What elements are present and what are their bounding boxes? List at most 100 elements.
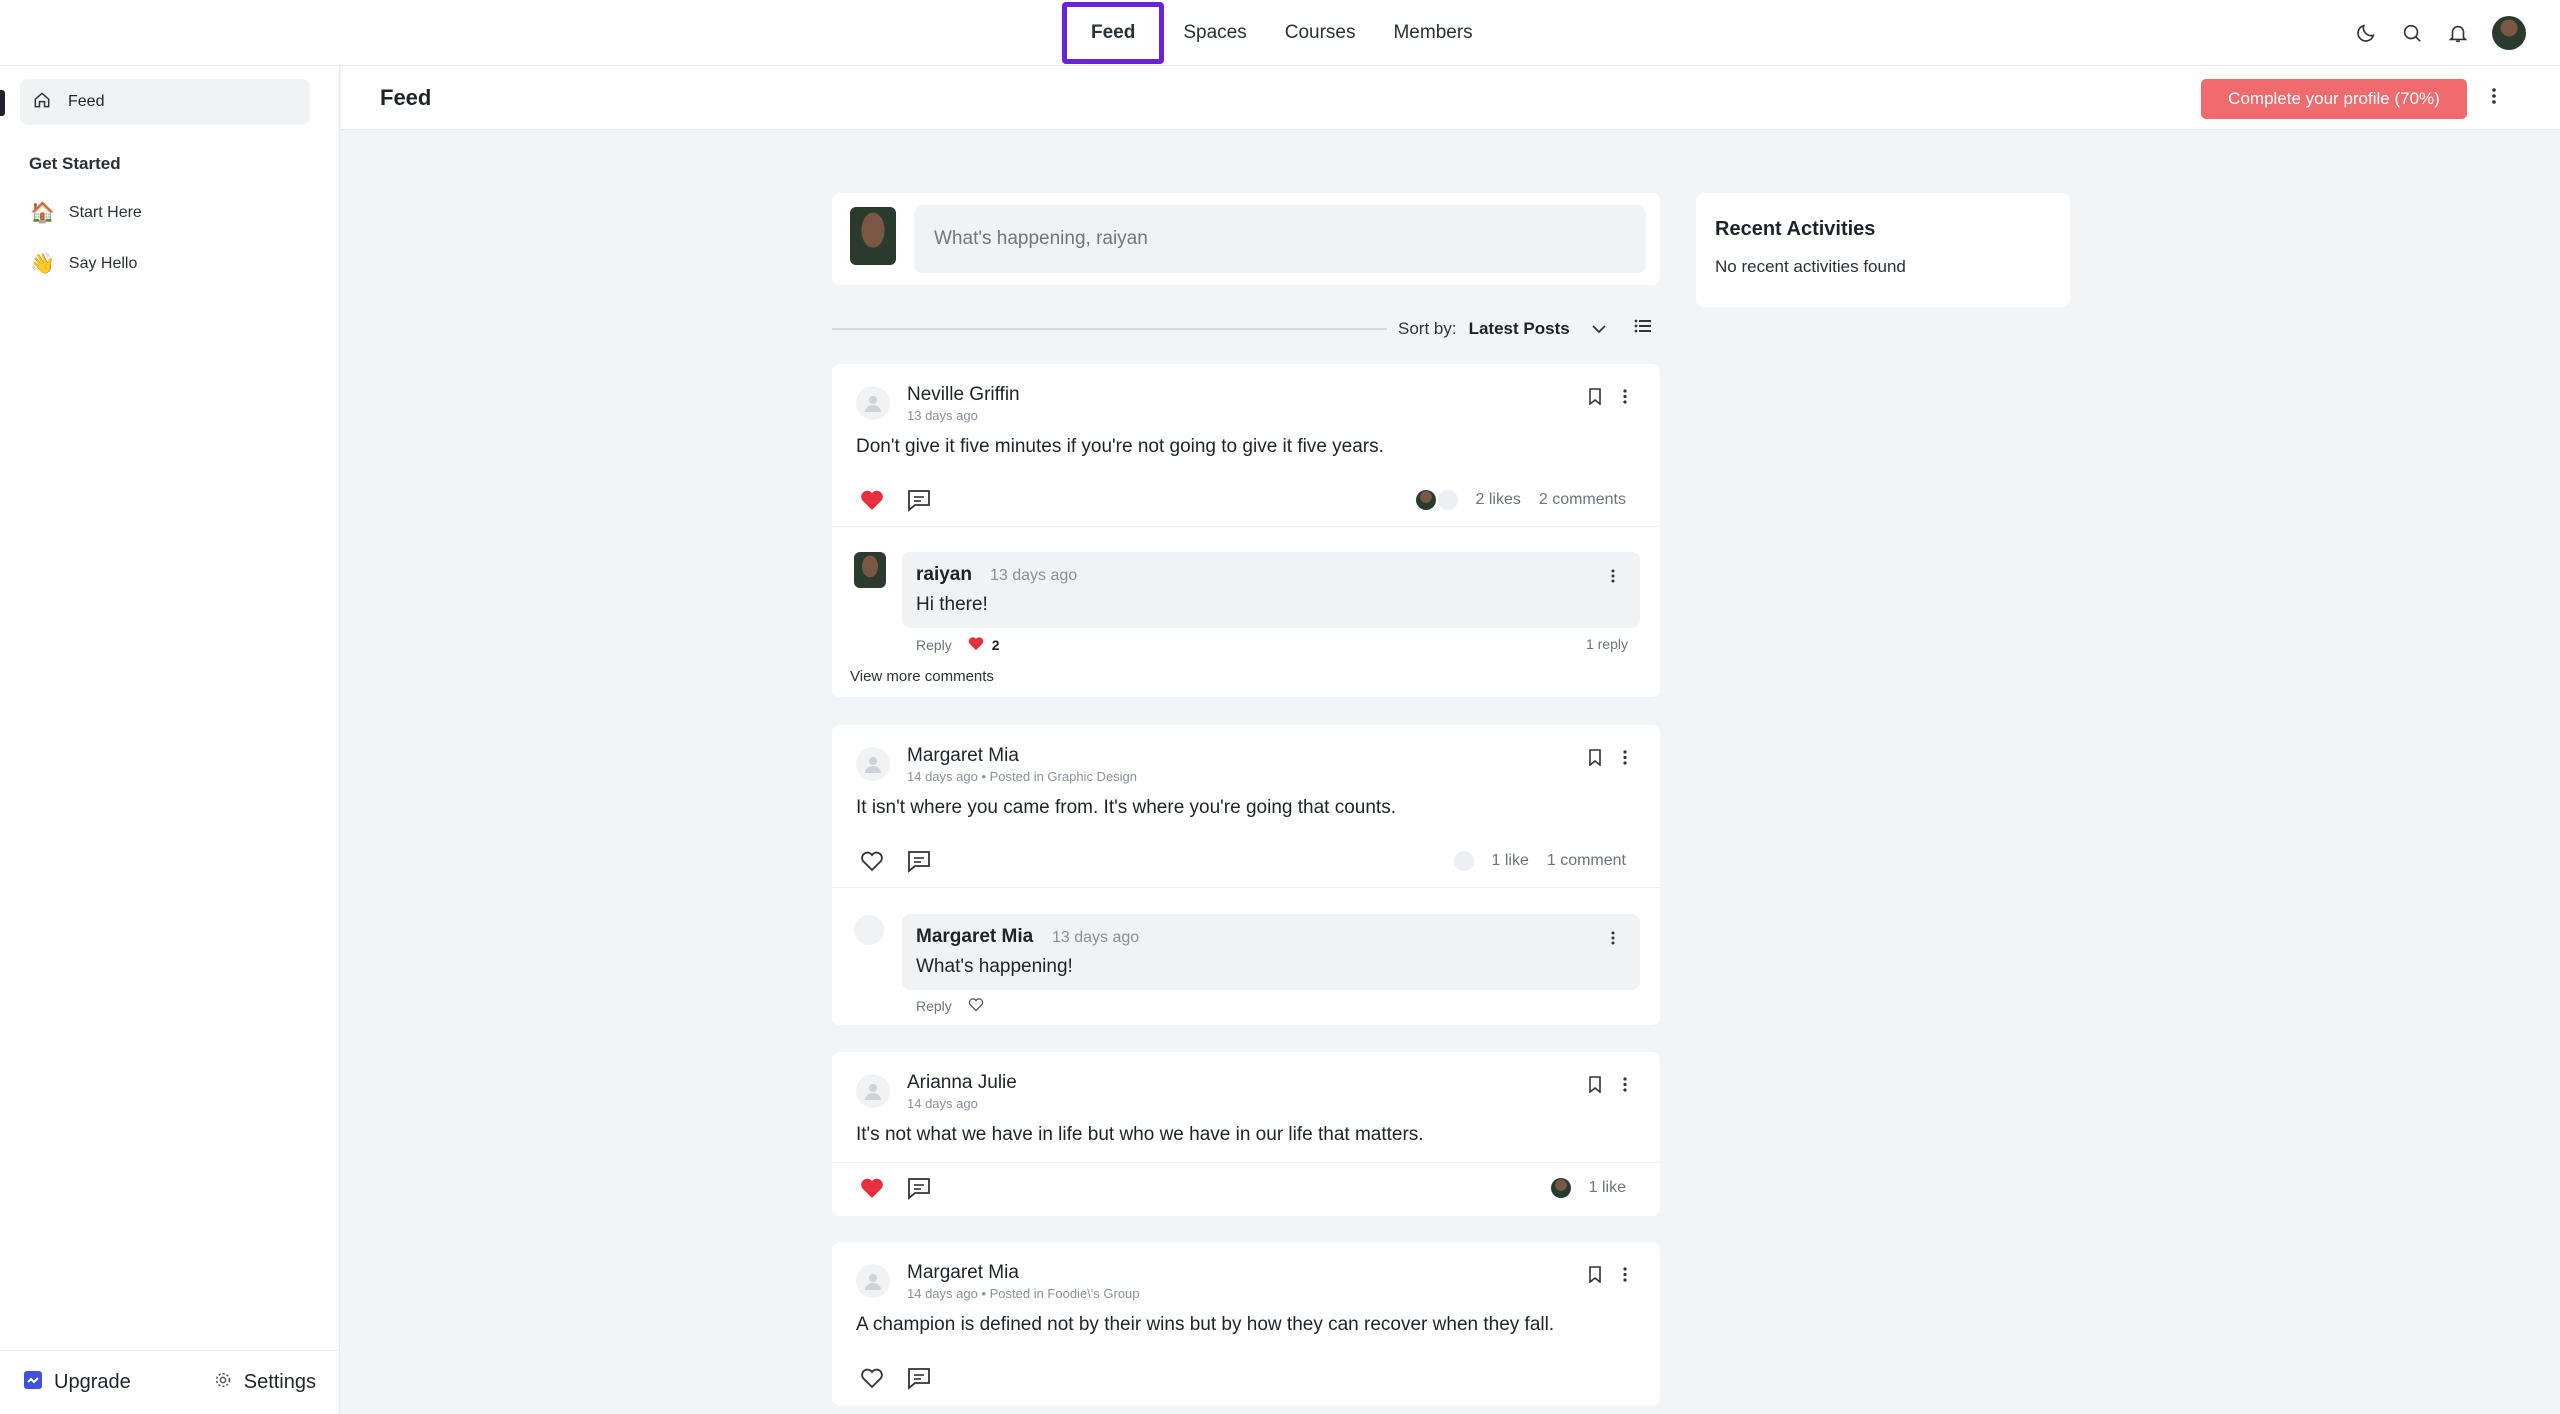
tab-feed[interactable]: Feed bbox=[1062, 2, 1165, 64]
comment-author[interactable]: Margaret Mia bbox=[916, 926, 1033, 948]
post-meta: 14 days ago bbox=[907, 1096, 978, 1111]
post-author[interactable]: Margaret Mia bbox=[907, 745, 1019, 767]
post-author[interactable]: Margaret Mia bbox=[907, 1262, 1019, 1284]
avatar bbox=[856, 386, 890, 420]
feed-post: Arianna Julie 14 days ago It's not what … bbox=[832, 1052, 1660, 1216]
comments-count[interactable]: 2 comments bbox=[1539, 491, 1626, 509]
tab-spaces[interactable]: Spaces bbox=[1164, 3, 1265, 63]
more-options-icon[interactable] bbox=[1610, 930, 1616, 951]
liker-avatar bbox=[1550, 1178, 1571, 1198]
more-options-icon[interactable] bbox=[1610, 568, 1616, 589]
comment-icon[interactable] bbox=[906, 488, 932, 517]
post-body: A champion is defined not by their wins … bbox=[856, 1314, 1555, 1335]
post-reactions bbox=[860, 488, 932, 517]
moon-icon[interactable] bbox=[2354, 21, 2378, 45]
reply-link[interactable]: Reply bbox=[916, 998, 952, 1014]
more-options-icon[interactable] bbox=[1622, 749, 1628, 771]
sort-control[interactable]: Sort by: Latest Posts bbox=[1398, 318, 1652, 339]
post-actions bbox=[1588, 1266, 1628, 1288]
comment-bubble: raiyan 13 days ago Hi there! bbox=[902, 552, 1640, 628]
sidebar-item-feed[interactable]: Feed bbox=[20, 79, 310, 125]
post-body: It's not what we have in life but who we… bbox=[856, 1124, 1424, 1145]
view-more-comments-link[interactable]: View more comments bbox=[850, 668, 994, 685]
comment-footer: Reply bbox=[916, 997, 984, 1015]
post-body: It isn't where you came from. It's where… bbox=[856, 797, 1396, 818]
empty-state-text: No recent activities found bbox=[1715, 257, 1906, 276]
replies-count[interactable]: 1 reply bbox=[1586, 636, 1628, 652]
divider bbox=[832, 887, 1660, 888]
upgrade-button[interactable]: Upgrade bbox=[24, 1370, 131, 1395]
tab-courses[interactable]: Courses bbox=[1266, 3, 1375, 63]
more-options-icon[interactable] bbox=[2491, 86, 2497, 111]
bookmark-icon[interactable] bbox=[1588, 388, 1602, 410]
bookmark-icon[interactable] bbox=[1588, 1076, 1602, 1098]
sidebar: Feed Get Started 🏠 Start Here 👋 Say Hell… bbox=[0, 66, 340, 1414]
sidebar-item-label: Start Here bbox=[68, 203, 142, 221]
heart-filled-icon[interactable] bbox=[968, 636, 984, 654]
post-meta: 14 days ago • Posted in Graphic Design bbox=[907, 769, 1138, 784]
wave-emoji-icon: 👋 bbox=[30, 253, 55, 275]
comment-likes-count: 2 bbox=[991, 637, 1000, 653]
avatar bbox=[856, 1074, 890, 1108]
more-options-icon[interactable] bbox=[1622, 1076, 1628, 1098]
comment-author[interactable]: raiyan bbox=[916, 564, 972, 586]
sort-row: Sort by: Latest Posts bbox=[832, 314, 1660, 344]
upgrade-icon bbox=[24, 1370, 42, 1395]
sidebar-item-start-here[interactable]: 🏠 Start Here bbox=[30, 200, 142, 225]
feed-post: Margaret Mia 14 days ago • Posted in Gra… bbox=[832, 725, 1660, 1025]
home-icon bbox=[32, 90, 52, 115]
top-navigation-bar: Feed Spaces Courses Members bbox=[0, 0, 2560, 66]
comment-icon[interactable] bbox=[906, 1366, 932, 1395]
post-meta: 13 days ago bbox=[907, 408, 978, 423]
bookmark-icon[interactable] bbox=[1588, 1266, 1602, 1288]
post-actions bbox=[1588, 1076, 1628, 1098]
recent-activities-panel: Recent Activities No recent activities f… bbox=[1696, 193, 2070, 307]
post-actions bbox=[1588, 749, 1628, 771]
heart-filled-icon[interactable] bbox=[860, 489, 884, 516]
post-body: Don't give it five minutes if you're not… bbox=[856, 436, 1384, 457]
post-author[interactable]: Arianna Julie bbox=[907, 1072, 1017, 1094]
divider bbox=[832, 1162, 1660, 1163]
more-options-icon[interactable] bbox=[1622, 1266, 1628, 1288]
more-options-icon[interactable] bbox=[1622, 388, 1628, 410]
post-author[interactable]: Neville Griffin bbox=[907, 384, 1020, 406]
comments-count[interactable]: 1 comment bbox=[1547, 852, 1626, 870]
post-reactions bbox=[860, 1366, 932, 1395]
post-actions bbox=[1588, 388, 1628, 410]
reply-link[interactable]: Reply bbox=[916, 637, 952, 653]
heart-outline-icon[interactable] bbox=[860, 850, 884, 877]
page-header: Feed Complete your profile (70%) bbox=[341, 66, 2560, 130]
heart-outline-icon[interactable] bbox=[860, 1367, 884, 1394]
post-reactions bbox=[860, 1176, 932, 1205]
list-view-icon[interactable] bbox=[1634, 318, 1652, 339]
likes-count[interactable]: 1 like bbox=[1589, 1179, 1626, 1197]
heart-filled-icon[interactable] bbox=[860, 1177, 884, 1204]
bookmark-icon[interactable] bbox=[1588, 749, 1602, 771]
comment-icon[interactable] bbox=[906, 1176, 932, 1205]
gear-icon bbox=[214, 1371, 232, 1395]
post-reactions bbox=[860, 849, 932, 878]
likes-count[interactable]: 1 like bbox=[1492, 852, 1529, 870]
user-avatar[interactable] bbox=[2492, 16, 2526, 50]
sidebar-item-say-hello[interactable]: 👋 Say Hello bbox=[30, 251, 137, 276]
avatar bbox=[854, 552, 886, 588]
complete-profile-button[interactable]: Complete your profile (70%) bbox=[2201, 79, 2467, 119]
composer-input[interactable] bbox=[914, 205, 1646, 273]
comment-time: 13 days ago bbox=[990, 567, 1078, 584]
avatar bbox=[856, 1264, 890, 1298]
likers-avatars bbox=[1415, 490, 1458, 510]
likes-count[interactable]: 2 likes bbox=[1476, 491, 1521, 509]
feed-post: Neville Griffin 13 days ago Don't give i… bbox=[832, 364, 1660, 697]
sidebar-item-label: Feed bbox=[68, 93, 105, 110]
page-title: Feed bbox=[380, 85, 432, 110]
bell-icon[interactable] bbox=[2446, 21, 2470, 45]
tab-members[interactable]: Members bbox=[1374, 3, 1491, 63]
search-icon[interactable] bbox=[2400, 21, 2424, 45]
panel-title: Recent Activities bbox=[1715, 218, 1876, 240]
post-stats: 1 like 1 comment bbox=[1453, 851, 1626, 871]
active-indicator bbox=[0, 90, 5, 116]
comment-icon[interactable] bbox=[906, 849, 932, 878]
avatar bbox=[854, 915, 884, 945]
heart-outline-icon[interactable] bbox=[968, 997, 984, 1015]
settings-button[interactable]: Settings bbox=[214, 1371, 316, 1395]
